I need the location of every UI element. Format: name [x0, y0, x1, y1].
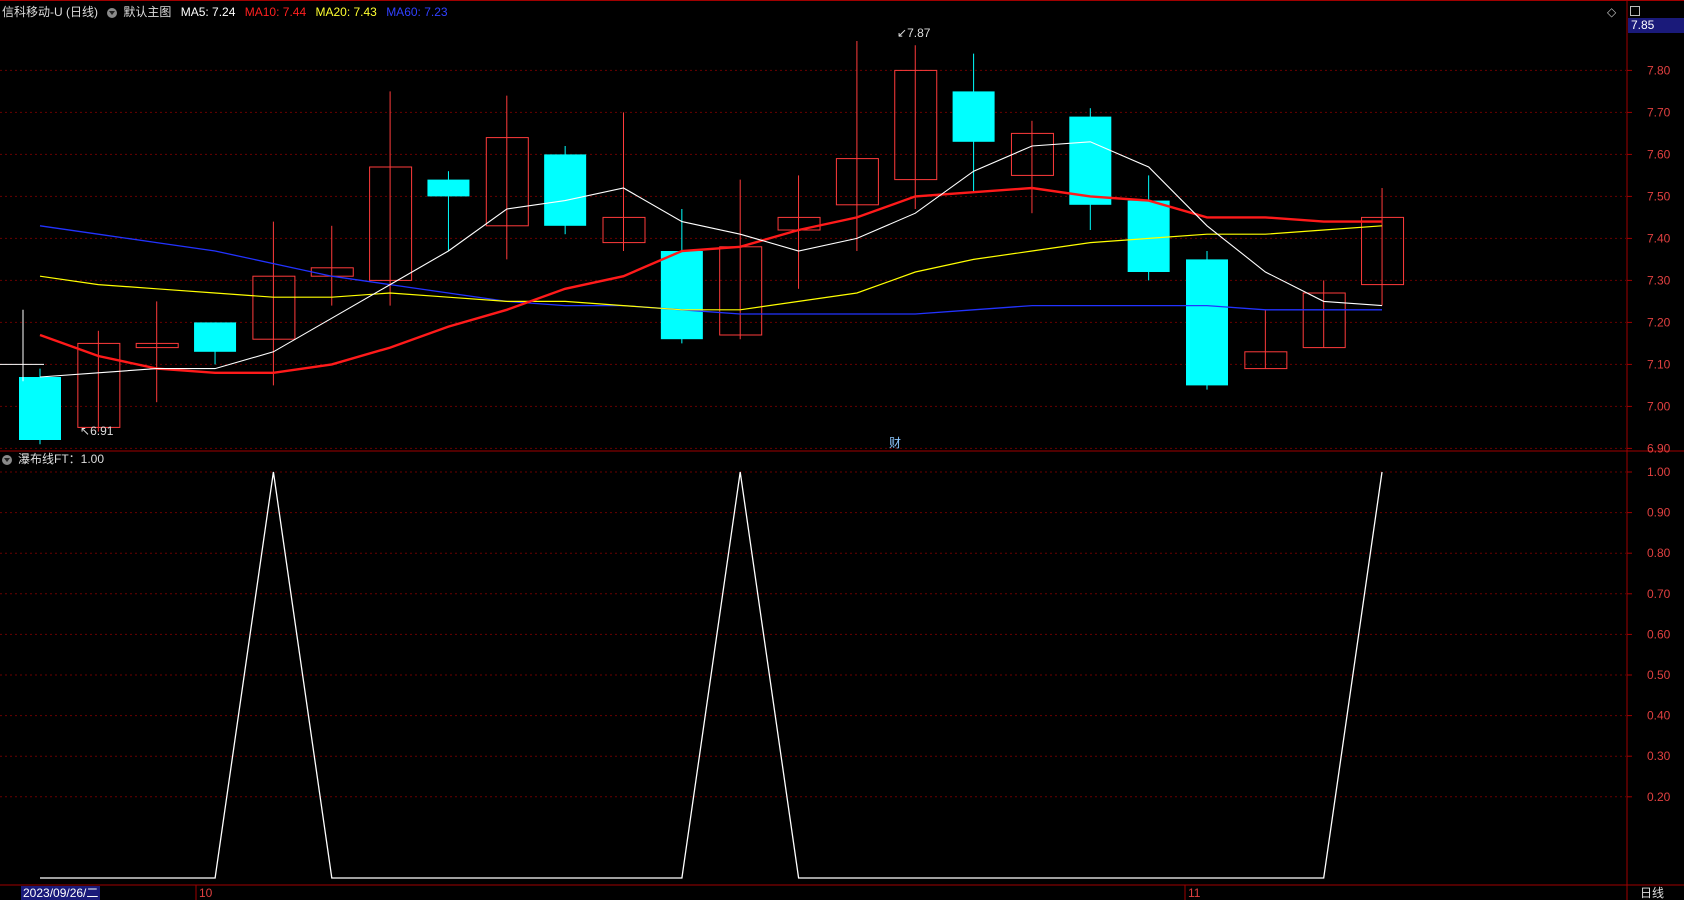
month-label-oct: 10 — [199, 886, 213, 900]
low-value: 6.91 — [90, 424, 114, 438]
diamond-icon[interactable]: ◇ — [1607, 6, 1617, 18]
ma60-line — [39, 225, 1382, 315]
price-tick-label: 7.40 — [1647, 231, 1671, 245]
candle-body-down — [952, 91, 995, 142]
indicator-tick-label: 0.30 — [1647, 749, 1671, 763]
price-tick-label: 7.50 — [1647, 189, 1671, 203]
last-price-tag: 7.85 — [1628, 18, 1684, 33]
price-tick-label: 7.30 — [1647, 273, 1671, 287]
indicator-dropdown-icon[interactable] — [2, 454, 12, 465]
price-tick-label: 7.20 — [1647, 315, 1671, 329]
candle-body-down — [1127, 200, 1170, 272]
high-annotation: ↙7.87 — [897, 26, 931, 40]
ma20-value: MA20: 7.43 — [315, 5, 377, 19]
period-label[interactable]: 日线 — [1640, 886, 1664, 900]
ma5-value: MA5: 7.24 — [180, 5, 236, 19]
ma60-value: MA60: 7.23 — [386, 5, 448, 19]
indicator-tick-label: 0.20 — [1647, 790, 1671, 804]
ma5-line — [39, 141, 1383, 378]
template-label[interactable]: 默认主图 — [123, 5, 171, 19]
high-value: 7.87 — [907, 26, 931, 40]
price-tick-label: 7.00 — [1647, 399, 1671, 413]
chart-header: 信科移动-U (日线) 默认主图 MA5: 7.24 MA10: 7.44 MA… — [2, 5, 454, 19]
candle-body-down — [1069, 116, 1112, 205]
indicator-tick-label: 0.70 — [1647, 587, 1671, 601]
financial-report-marker[interactable]: 财 — [889, 434, 901, 451]
indicator-tick-label: 0.50 — [1647, 668, 1671, 682]
symbol-title[interactable]: 信科移动-U (日线) — [2, 5, 98, 19]
candle-body-down — [427, 179, 470, 197]
indicator-label[interactable]: 瀑布线FT：1.00 — [18, 452, 104, 466]
indicator-tick-label: 0.90 — [1647, 506, 1671, 520]
candle-body-down — [1186, 259, 1228, 386]
indicator-tick-label: 0.60 — [1647, 627, 1671, 641]
price-tick-label: 7.80 — [1647, 63, 1671, 77]
window-controls: ◇ — [1597, 5, 1640, 19]
price-tick-label: 6.90 — [1647, 441, 1671, 455]
candle-body-down — [544, 154, 587, 226]
indicator-tick-label: 0.80 — [1647, 546, 1671, 560]
template-dropdown-icon[interactable] — [107, 7, 118, 18]
price-tick-label: 7.10 — [1647, 357, 1671, 371]
ma10-value: MA10: 7.44 — [244, 5, 307, 19]
indicator-tick-label: 0.40 — [1647, 709, 1671, 723]
maximize-icon[interactable] — [1630, 6, 1640, 16]
low-annotation: ↖6.91 — [80, 424, 114, 438]
indicator-tick-label: 1.00 — [1647, 465, 1671, 479]
stock-chart[interactable]: 7.80 7.70 7.60 7.50 7.40 7.30 7.20 7.10 7.00 6.90… — [0, 0, 1684, 900]
month-label-nov: 11 — [1188, 886, 1201, 900]
indicator-header: 瀑布线FT：1.00 — [2, 452, 110, 466]
candle-body-down — [660, 251, 703, 340]
cursor-date-label: 2023/09/26/二 — [21, 886, 101, 900]
price-tick-label: 7.60 — [1647, 147, 1671, 161]
price-tick-label: 7.70 — [1647, 105, 1671, 119]
candle-body-down — [19, 377, 61, 440]
candle-body-down — [194, 322, 237, 352]
